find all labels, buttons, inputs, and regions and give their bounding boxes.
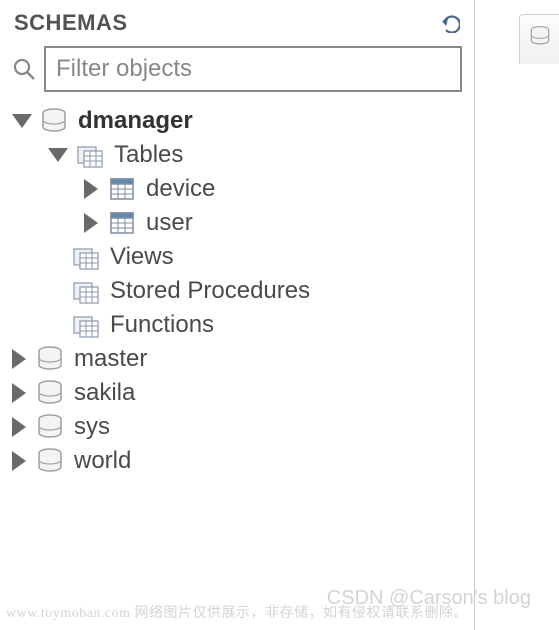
- database-icon: [40, 107, 68, 135]
- table-label: device: [142, 175, 215, 203]
- folder-label: Views: [106, 243, 174, 271]
- database-icon: [36, 379, 64, 407]
- expand-arrow-down-icon[interactable]: [48, 148, 68, 162]
- expand-arrow-right-icon[interactable]: [12, 417, 26, 437]
- watermark-right: CSDN @Carson's blog: [327, 587, 531, 610]
- database-icon: [36, 447, 64, 475]
- expand-arrow-right-icon[interactable]: [12, 349, 26, 369]
- schema-label: dmanager: [74, 107, 193, 135]
- table-node-device[interactable]: device: [84, 172, 462, 206]
- folder-label: Tables: [110, 141, 183, 169]
- folder-node-functions[interactable]: Functions: [48, 308, 462, 342]
- refresh-icon[interactable]: [440, 13, 460, 33]
- tables-children: device user: [48, 172, 462, 240]
- schema-node-sys[interactable]: sys: [12, 410, 462, 444]
- expand-arrow-down-icon[interactable]: [12, 114, 32, 128]
- expand-arrow-right-icon[interactable]: [12, 451, 26, 471]
- schema-tree: dmanager Tables device user: [8, 104, 466, 478]
- search-icon: [12, 57, 36, 81]
- filter-input[interactable]: [44, 46, 462, 92]
- schema-node-dmanager[interactable]: dmanager: [12, 104, 462, 138]
- schema-label: sys: [70, 413, 110, 441]
- expand-arrow-right-icon[interactable]: [84, 179, 98, 199]
- table-icon: [108, 209, 136, 237]
- schemas-panel: SCHEMAS dmanager Tables device: [0, 0, 475, 630]
- table-icon: [108, 175, 136, 203]
- panel-header: SCHEMAS: [8, 6, 466, 46]
- expand-arrow-right-icon[interactable]: [84, 213, 98, 233]
- procedures-folder-icon: [72, 277, 100, 305]
- folder-label: Stored Procedures: [106, 277, 310, 305]
- schema-node-sakila[interactable]: sakila: [12, 376, 462, 410]
- side-tab-strip[interactable]: [519, 14, 559, 64]
- schema-node-world[interactable]: world: [12, 444, 462, 478]
- tables-folder-icon: [76, 141, 104, 169]
- folder-node-tables[interactable]: Tables: [48, 138, 462, 172]
- database-icon: [36, 345, 64, 373]
- folder-node-stored-procedures[interactable]: Stored Procedures: [48, 274, 462, 308]
- table-node-user[interactable]: user: [84, 206, 462, 240]
- database-icon: [36, 413, 64, 441]
- table-label: user: [142, 209, 193, 237]
- panel-title: SCHEMAS: [14, 10, 128, 36]
- folder-label: Functions: [106, 311, 214, 339]
- schema-label: world: [70, 447, 131, 475]
- views-folder-icon: [72, 243, 100, 271]
- schema-label: master: [70, 345, 147, 373]
- folder-node-views[interactable]: Views: [48, 240, 462, 274]
- search-row: [8, 46, 466, 104]
- database-icon: [529, 25, 551, 47]
- expand-arrow-right-icon[interactable]: [12, 383, 26, 403]
- functions-folder-icon: [72, 311, 100, 339]
- schema-label: sakila: [70, 379, 135, 407]
- schema-node-master[interactable]: master: [12, 342, 462, 376]
- schema-children-dmanager: Tables device user Views: [12, 138, 462, 342]
